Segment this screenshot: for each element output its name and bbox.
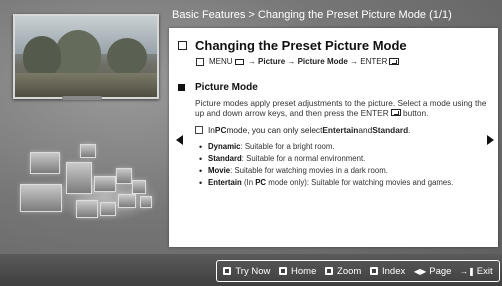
tv-stand [62,96,102,100]
previous-page-arrow-icon[interactable] [176,135,183,145]
home-button[interactable]: Home [279,266,316,277]
note-text: and [358,125,373,135]
mode-list: Dynamic: Suitable for a bright room. Sta… [199,141,490,189]
remote-path-icon [196,57,204,66]
description-text: Picture modes apply preset adjustments t… [195,98,487,118]
device-thumbnail [66,162,92,194]
zoom-button[interactable]: Zoom [325,266,361,277]
device-thumbnail [140,196,152,208]
menu-step: Picture [258,57,286,66]
help-content-card: Changing the Preset Picture Mode MENU → … [169,28,498,247]
menu-button-icon [234,58,244,65]
section-bullet-icon [178,84,185,91]
page-breadcrumb: Basic Features > Changing the Preset Pic… [172,9,452,21]
list-item: Entertain (In PC mode only): Suitable fo… [199,177,490,189]
exit-label: Exit [476,265,493,277]
tv-picture-illustration [13,14,159,99]
mode-description: : Suitable for a normal environment. [241,154,366,163]
mode-term: Standard [208,154,242,163]
device-thumbnail [94,176,116,192]
c-key-icon [325,267,334,275]
device-thumbnail [100,202,116,216]
zoom-label: Zoom [337,265,362,277]
mode-term: Movie [208,166,231,175]
device-thumbnail [132,180,146,194]
page-button[interactable]: ◀▶ Page [414,266,452,277]
remote-key-guide: Try Now Home Zoom Index ◀▶ Page →❚ Exit [216,260,500,282]
title-square-icon [178,40,187,50]
device-thumbnail [30,152,60,174]
device-thumbnail [116,168,132,184]
illustration-panel [0,0,166,254]
d-key-icon [370,267,378,275]
page-title-row: Changing the Preset Picture Mode [178,37,490,53]
try-now-label: Try Now [235,265,271,277]
page-title: Changing the Preset Picture Mode [195,37,407,53]
next-page-arrow-icon[interactable] [487,135,494,145]
exit-icon: →❚ [460,266,475,276]
mode-description: mode only): Suitable for watching movies… [266,178,454,187]
page-label: Page [429,265,452,277]
a-key-icon [223,267,232,275]
index-label: Index [382,265,406,277]
mode-emphasis: PC [255,178,267,187]
mode-description: : Suitable for a bright room. [240,142,335,151]
list-item: Movie: Suitable for watching movies in a… [199,165,490,177]
list-item: Dynamic: Suitable for a bright room. [199,141,490,153]
device-thumbnail [80,144,96,158]
enter-button-icon [390,109,401,116]
index-button[interactable]: Index [370,266,405,277]
tv-tree [23,36,61,76]
mode-description: : Suitable for watching movies in a dark… [230,166,388,175]
exit-button[interactable]: →❚ Exit [460,266,493,277]
note-text: mode, you can only select [226,125,323,135]
section-title: Picture Mode [195,82,258,93]
note-emphasis: PC [214,125,227,135]
device-thumbnail [118,194,136,208]
device-collage-illustration [20,132,160,247]
left-right-arrows-icon: ◀▶ [413,266,427,276]
mode-term: Dynamic [208,142,241,151]
note-text: In [208,125,215,135]
tv-tree [107,38,147,76]
note-emphasis: Entertain [322,125,359,135]
list-item: Standard: Suitable for a normal environm… [199,153,490,165]
note-text: . [408,125,411,135]
section-heading: Picture Mode [178,82,490,93]
enter-button-icon [389,58,400,65]
arrow-right-glyph: → [347,57,361,66]
note-line: In PC mode, you can only select Entertai… [195,125,490,135]
description-suffix: button. [400,108,429,118]
description-paragraph: Picture modes apply preset adjustments t… [195,98,490,118]
menu-step: Picture Mode [297,57,348,66]
try-now-button[interactable]: Try Now [223,266,270,277]
b-key-icon [279,267,288,275]
tv-ground [15,73,157,97]
mode-term: Entertain [208,178,242,187]
device-thumbnail [76,200,98,218]
menu-path: MENU → Picture → Picture Mode → ENTER [196,57,490,66]
device-thumbnail [20,184,62,212]
note-icon [195,126,203,134]
home-label: Home [291,265,317,277]
enter-label: ENTER [360,57,388,66]
tv-tree [55,30,101,78]
arrow-right-glyph: → [245,57,259,66]
menu-label: MENU [209,57,233,66]
arrow-right-glyph: → [285,57,298,66]
note-emphasis: Standard [372,125,409,135]
mode-description: (In [241,178,256,187]
